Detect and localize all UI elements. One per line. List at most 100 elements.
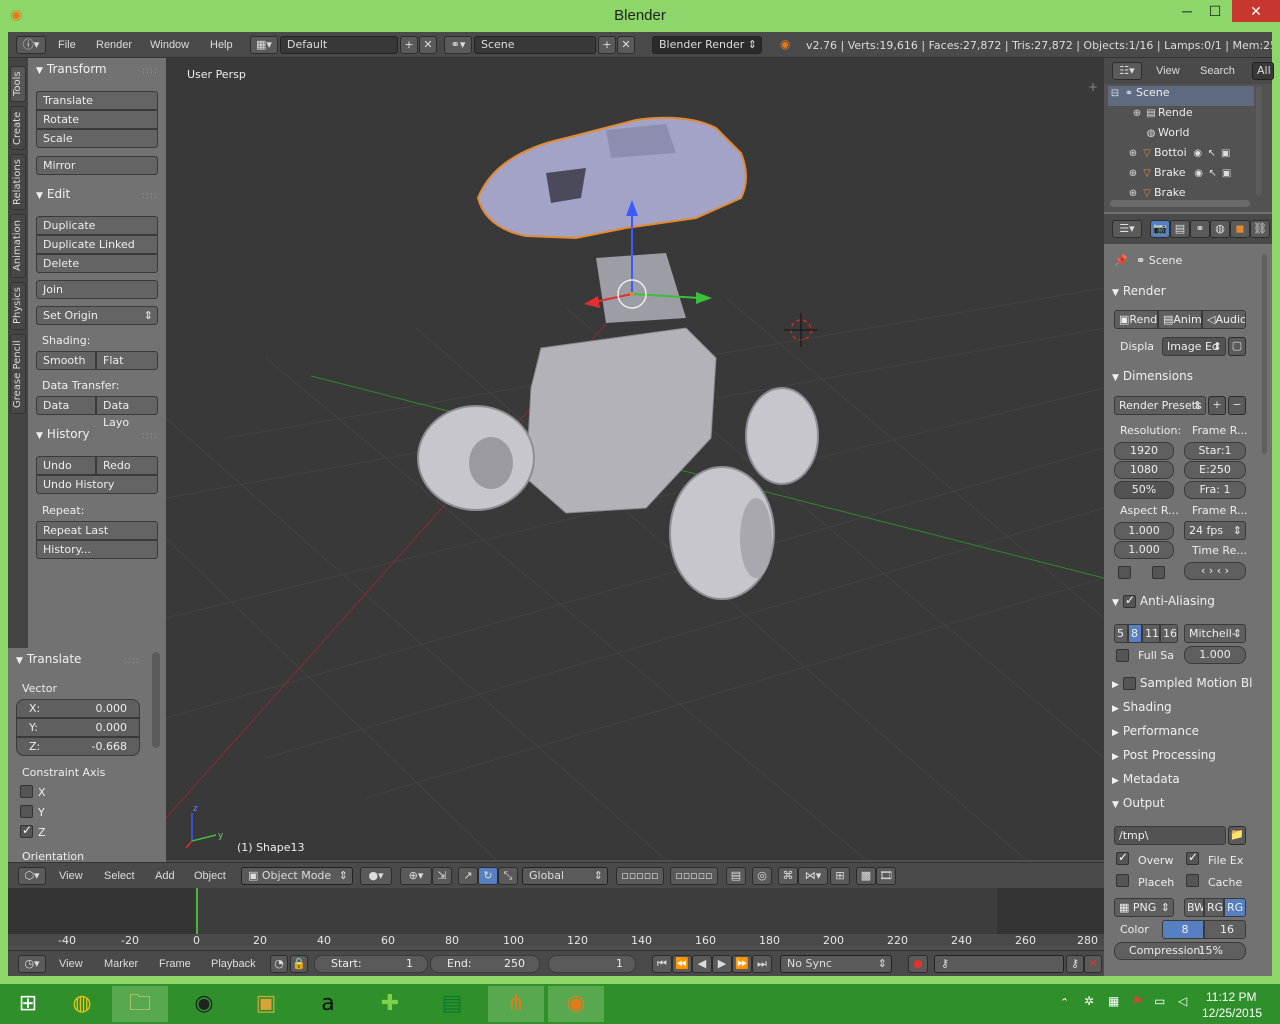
aspect-x-field[interactable]: 1.000 (1114, 522, 1174, 540)
layout-icon[interactable]: ▦▾ (250, 36, 278, 54)
outliner-row-render-layers[interactable]: ⊕ ▤ Rende (1130, 106, 1193, 126)
blender-taskbar-icon[interactable]: ◉ (548, 986, 604, 1022)
start-icon[interactable]: ⊞ (0, 986, 56, 1022)
color-rgba-button[interactable]: RG (1224, 898, 1246, 917)
3d-viewport[interactable]: z y User Persp (1) Shape13 + (166, 58, 1104, 860)
keying-set-field[interactable]: ⚷ (934, 955, 1064, 973)
tray-up-arrow-icon[interactable]: ⌃ (1060, 996, 1069, 1009)
play-icon[interactable]: ▶ (712, 955, 732, 973)
transform-panel-header[interactable]: ▼ Transform (36, 62, 107, 76)
end-frame-field[interactable]: End: 250 (430, 955, 540, 973)
render-animation-button[interactable]: ▤Anim (1158, 310, 1202, 329)
viewport-expand-icon[interactable]: + (1088, 80, 1098, 94)
duplicate-button[interactable]: Duplicate (36, 216, 158, 235)
snap-element-icon[interactable]: ⋈▾ (798, 867, 828, 885)
scale-button[interactable]: Scale (36, 129, 158, 148)
mirror-button[interactable]: Mirror (36, 156, 158, 175)
flat-button[interactable]: Flat (96, 351, 158, 370)
marker-menu[interactable]: Marker (104, 958, 138, 970)
file-explorer-icon[interactable]: 🗀 (112, 986, 168, 1022)
start-frame-field[interactable]: Start: 1 (314, 955, 428, 973)
tray-volume-icon[interactable]: ◁ (1178, 994, 1187, 1008)
layers-grid-2[interactable]: ▫▫▫▫▫ (670, 867, 718, 885)
object-menu[interactable]: Object (194, 870, 226, 882)
pivot-point-icon[interactable]: ⊕▾ (400, 867, 432, 885)
post-processing-panel-header[interactable]: ▶ Post Processing (1112, 748, 1252, 768)
constraint-z-checkbox[interactable] (20, 823, 33, 838)
output-panel-header[interactable]: ▼ Output (1112, 796, 1252, 816)
constraint-x-checkbox[interactable] (20, 785, 33, 798)
outliner-row-brake-2[interactable]: ⊕ ▽ Brake (1126, 186, 1186, 198)
set-origin-select[interactable]: Set Origin ⇕ (36, 306, 158, 325)
data-button[interactable]: Data (36, 396, 96, 415)
tab-physics[interactable]: Physics (10, 282, 26, 330)
play-reverse-icon[interactable]: ◀ (692, 955, 712, 973)
file-extensions-checkbox[interactable] (1186, 850, 1199, 865)
current-frame-indicator[interactable] (196, 888, 198, 934)
layout-add-button[interactable]: + (400, 36, 418, 54)
operator-scrollbar[interactable] (152, 652, 160, 748)
performance-panel-header[interactable]: ▶ Performance (1112, 724, 1252, 744)
repeat-history-button[interactable]: History... (36, 540, 158, 559)
timeline-area[interactable]: -40 -20 0 20 40 60 80 100 120 140 160 18… (8, 888, 1104, 947)
anti-aliasing-checkbox[interactable] (1122, 594, 1136, 608)
tray-sync-icon[interactable]: ✲ (1084, 994, 1094, 1008)
preview-range-icon[interactable]: ◔ (270, 955, 288, 973)
tray-network-icon[interactable]: ▦ (1108, 994, 1119, 1008)
tab-tools[interactable]: Tools (10, 66, 26, 102)
record-icon[interactable]: ● (908, 955, 928, 973)
clock-date[interactable]: 12/25/2015 (1202, 1006, 1262, 1020)
outliner-v-scrollbar[interactable] (1256, 86, 1262, 196)
color-depth-8-button[interactable]: 8 (1162, 920, 1204, 939)
translate-button[interactable]: Translate (36, 91, 158, 110)
outliner-h-scrollbar[interactable] (1110, 200, 1250, 207)
lock-icon[interactable]: 🔒 (290, 955, 308, 973)
overwrite-checkbox[interactable] (1116, 850, 1129, 865)
view-menu[interactable]: View (59, 870, 83, 882)
preset-remove-button[interactable]: − (1228, 396, 1246, 415)
render-image-button[interactable]: ▣Rend (1114, 310, 1158, 329)
edit-panel-header[interactable]: ▼ Edit (36, 187, 70, 201)
world-context-icon[interactable]: ◍ (1210, 220, 1230, 238)
history-panel-header[interactable]: ▼ History (36, 427, 90, 441)
border-checkbox[interactable] (1118, 566, 1131, 579)
frame-start-field[interactable]: Star:1 (1184, 442, 1246, 460)
playback-menu[interactable]: Playback (211, 958, 256, 970)
outliner-row-bottom[interactable]: ⊕ ▽ Bottoi ◉ ↖ ▣ (1126, 146, 1233, 166)
sampled-motion-blur-panel-header[interactable]: ▶ Sampled Motion Bl (1112, 676, 1252, 696)
layout-remove-button[interactable]: ✕ (419, 36, 437, 54)
snap-icon[interactable]: ⌘ (778, 867, 798, 885)
placeholders-checkbox[interactable] (1116, 874, 1129, 887)
render-context-icon[interactable]: 📷 (1150, 220, 1170, 238)
maximize-button[interactable]: ☐ (1198, 0, 1232, 22)
undo-history-button[interactable]: Undo History (36, 475, 158, 494)
aspect-y-field[interactable]: 1.000 (1114, 541, 1174, 559)
output-path-field[interactable]: /tmp\ (1114, 826, 1226, 845)
outliner-search-menu[interactable]: Search (1200, 65, 1235, 77)
timeline-view-menu[interactable]: View (59, 958, 83, 970)
color-rgb-button[interactable]: RG (1204, 898, 1224, 917)
scale-manipulator-icon[interactable]: ⤡ (498, 867, 518, 885)
constraint-y-checkbox[interactable] (20, 805, 33, 818)
motion-blur-checkbox[interactable] (1122, 677, 1136, 690)
layout-field[interactable]: Default (280, 36, 398, 54)
manipulator-toggle-icon[interactable]: ⇲ (432, 867, 452, 885)
anti-aliasing-panel-header[interactable]: ▼Anti-Aliasing (1112, 594, 1252, 614)
shading-panel-header[interactable]: ▶ Shading (1112, 700, 1252, 720)
select-menu[interactable]: Select (104, 870, 135, 882)
tray-battery-icon[interactable]: ▭ (1154, 994, 1165, 1008)
scene-remove-button[interactable]: ✕ (617, 36, 635, 54)
redo-button[interactable]: Redo (96, 456, 158, 475)
tab-create[interactable]: Create (10, 106, 26, 150)
file-format-select[interactable]: ▦ PNG ⇕ (1114, 898, 1174, 917)
tray-security-icon[interactable]: ⚑ (1132, 994, 1143, 1008)
properties-editor-icon[interactable]: ☰▾ (1112, 220, 1142, 238)
rotate-manipulator-icon[interactable]: ↻ (478, 867, 498, 885)
time-remap-field[interactable]: ‹ › ‹ › (1184, 562, 1246, 580)
sync-select[interactable]: No Sync ⇕ (780, 955, 892, 973)
aa-samples-16[interactable]: 16 (1160, 624, 1178, 643)
dimensions-panel-header[interactable]: ▼ Dimensions (1112, 369, 1252, 389)
render-preview-icon[interactable]: ▩ (856, 867, 876, 885)
snap-target-icon[interactable]: ⊞ (830, 867, 850, 885)
fps-select[interactable]: 24 fps ⇕ (1184, 521, 1246, 540)
